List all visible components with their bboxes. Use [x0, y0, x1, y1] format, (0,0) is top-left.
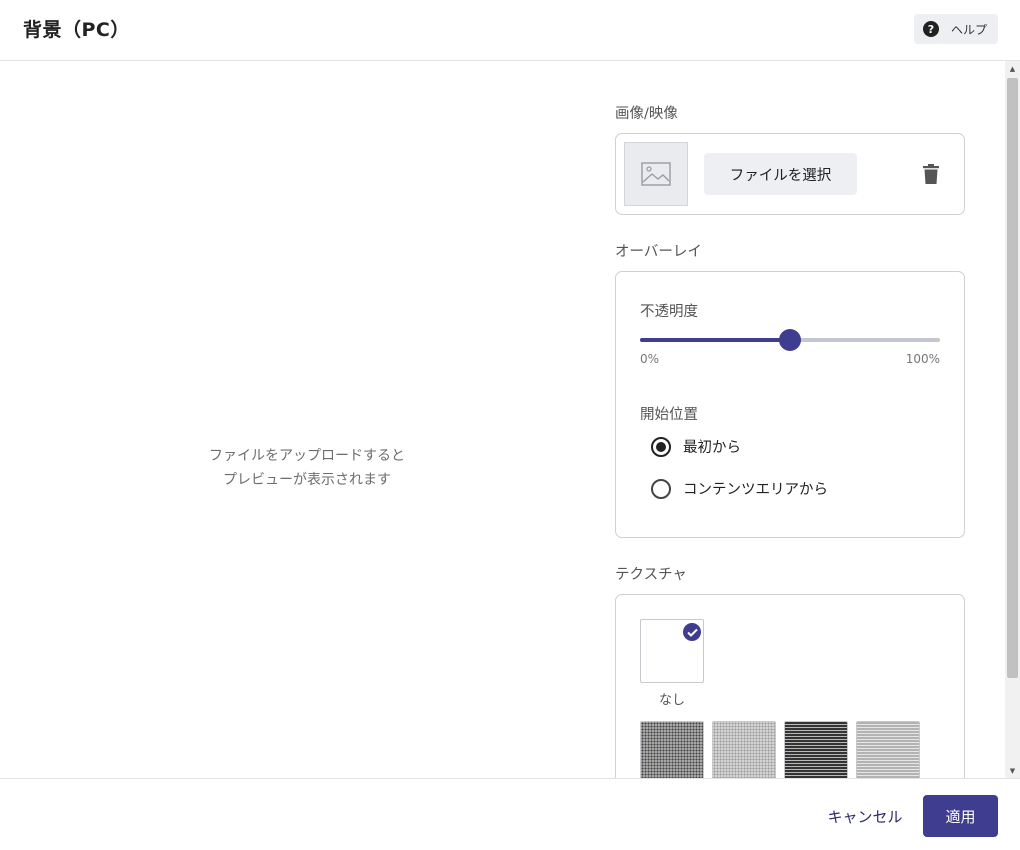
opacity-label: 不透明度	[640, 304, 698, 320]
overlay-box: 不透明度 0% 100% 開始位置 最初から コンテンツエリアから	[615, 271, 965, 538]
vertical-scrollbar[interactable]: ▲ ▼	[1005, 61, 1020, 778]
overlay-section-label: オーバーレイ	[615, 244, 702, 260]
trash-icon[interactable]	[923, 164, 939, 184]
radio-option-from-content-area[interactable]: コンテンツエリアから	[651, 478, 828, 499]
texture-none-label: なし	[658, 693, 685, 708]
scroll-up-arrow-icon[interactable]: ▲	[1005, 61, 1020, 76]
radio-label: コンテンツエリアから	[683, 482, 828, 498]
opacity-slider-fill	[640, 338, 790, 342]
radio-label: 最初から	[683, 440, 741, 456]
texture-box: なし	[615, 594, 965, 778]
image-placeholder-icon	[641, 162, 671, 186]
opacity-slider[interactable]	[640, 329, 940, 351]
cancel-button[interactable]: キャンセル	[818, 795, 912, 837]
preview-placeholder: ファイルをアップロードすると プレビューが表示されます	[0, 444, 614, 492]
texture-option-lines-dark[interactable]	[784, 721, 848, 778]
radio-button[interactable]	[651, 478, 671, 499]
preview-line-2: プレビューが表示されます	[223, 472, 391, 488]
help-label: ヘルプ	[951, 22, 988, 37]
start-position-label: 開始位置	[640, 407, 698, 423]
apply-button[interactable]: 適用	[923, 795, 998, 837]
image-thumbnail	[624, 142, 688, 206]
opacity-slider-thumb[interactable]	[779, 329, 801, 351]
media-section-label: 画像/映像	[615, 106, 678, 122]
radio-button[interactable]	[651, 436, 671, 457]
scroll-down-arrow-icon[interactable]: ▼	[1005, 763, 1020, 778]
dialog-title: 背景（PC）	[23, 19, 130, 41]
texture-none-option[interactable]	[640, 619, 704, 683]
dialog-footer: キャンセル 適用	[0, 778, 1020, 850]
texture-option-lines-light[interactable]	[856, 721, 920, 778]
dialog-header: 背景（PC） ? ヘルプ	[0, 0, 1020, 61]
opacity-min-label: 0%	[640, 352, 660, 366]
texture-option-dots-dark[interactable]	[640, 721, 704, 778]
texture-section-label: テクスチャ	[615, 567, 687, 583]
check-icon	[683, 623, 701, 641]
dialog-content: ファイルをアップロードすると プレビューが表示されます 画像/映像 ファイルを選…	[0, 61, 1020, 778]
help-icon: ?	[923, 21, 939, 37]
scrollbar-thumb[interactable]	[1007, 78, 1018, 678]
opacity-max-label: 100%	[905, 352, 940, 366]
radio-option-from-start[interactable]: 最初から	[651, 436, 741, 457]
media-box: ファイルを選択	[615, 133, 965, 215]
preview-line-1: ファイルをアップロードすると	[209, 448, 405, 464]
help-button[interactable]: ? ヘルプ	[914, 14, 998, 44]
texture-option-dots-light[interactable]	[712, 721, 776, 778]
radio-dot	[656, 441, 666, 452]
select-file-button[interactable]: ファイルを選択	[704, 153, 857, 195]
